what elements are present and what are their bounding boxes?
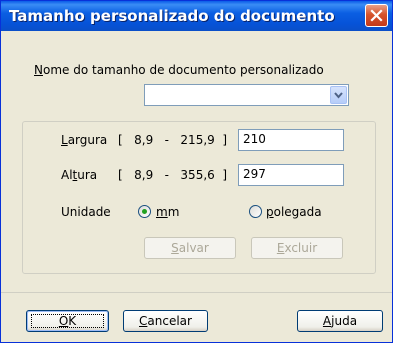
window-title: Tamanho personalizado do documento bbox=[9, 7, 335, 25]
width-range: [ 8,9 - 215,9 ] bbox=[118, 133, 228, 147]
close-icon bbox=[370, 9, 383, 22]
cancel-button[interactable]: Cancelar bbox=[123, 310, 208, 332]
combobox-dropdown-button[interactable] bbox=[330, 86, 347, 104]
width-label: Largura bbox=[61, 133, 108, 147]
width-input[interactable]: 210 bbox=[238, 129, 344, 151]
custom-name-combobox[interactable] bbox=[144, 84, 349, 106]
height-label: Altura bbox=[61, 168, 98, 182]
unit-mm-radio[interactable] bbox=[138, 205, 151, 218]
chevron-down-icon bbox=[334, 92, 343, 99]
height-range: [ 8,9 - 355,6 ] bbox=[118, 168, 228, 182]
close-button[interactable] bbox=[365, 4, 388, 27]
dialog-window: Tamanho personalizado do documento Nome … bbox=[0, 0, 393, 343]
focus-indicator bbox=[31, 314, 104, 328]
custom-name-label: Nome do tamanho de documento personaliza… bbox=[34, 63, 324, 77]
radio-selected-dot bbox=[142, 209, 147, 214]
ok-button[interactable]: OK bbox=[26, 310, 109, 332]
unit-label: Unidade bbox=[61, 205, 111, 219]
delete-button[interactable]: Excluir bbox=[251, 237, 343, 259]
unit-inch-label[interactable]: polegada bbox=[266, 205, 322, 219]
height-input[interactable]: 297 bbox=[238, 164, 344, 186]
help-button[interactable]: Ajuda bbox=[297, 310, 383, 332]
title-bar[interactable]: Tamanho personalizado do documento bbox=[1, 1, 392, 31]
footer-separator bbox=[1, 292, 392, 293]
unit-inch-radio[interactable] bbox=[249, 205, 262, 218]
unit-mm-label[interactable]: mm bbox=[156, 205, 179, 219]
save-button[interactable]: Salvar bbox=[144, 237, 236, 259]
